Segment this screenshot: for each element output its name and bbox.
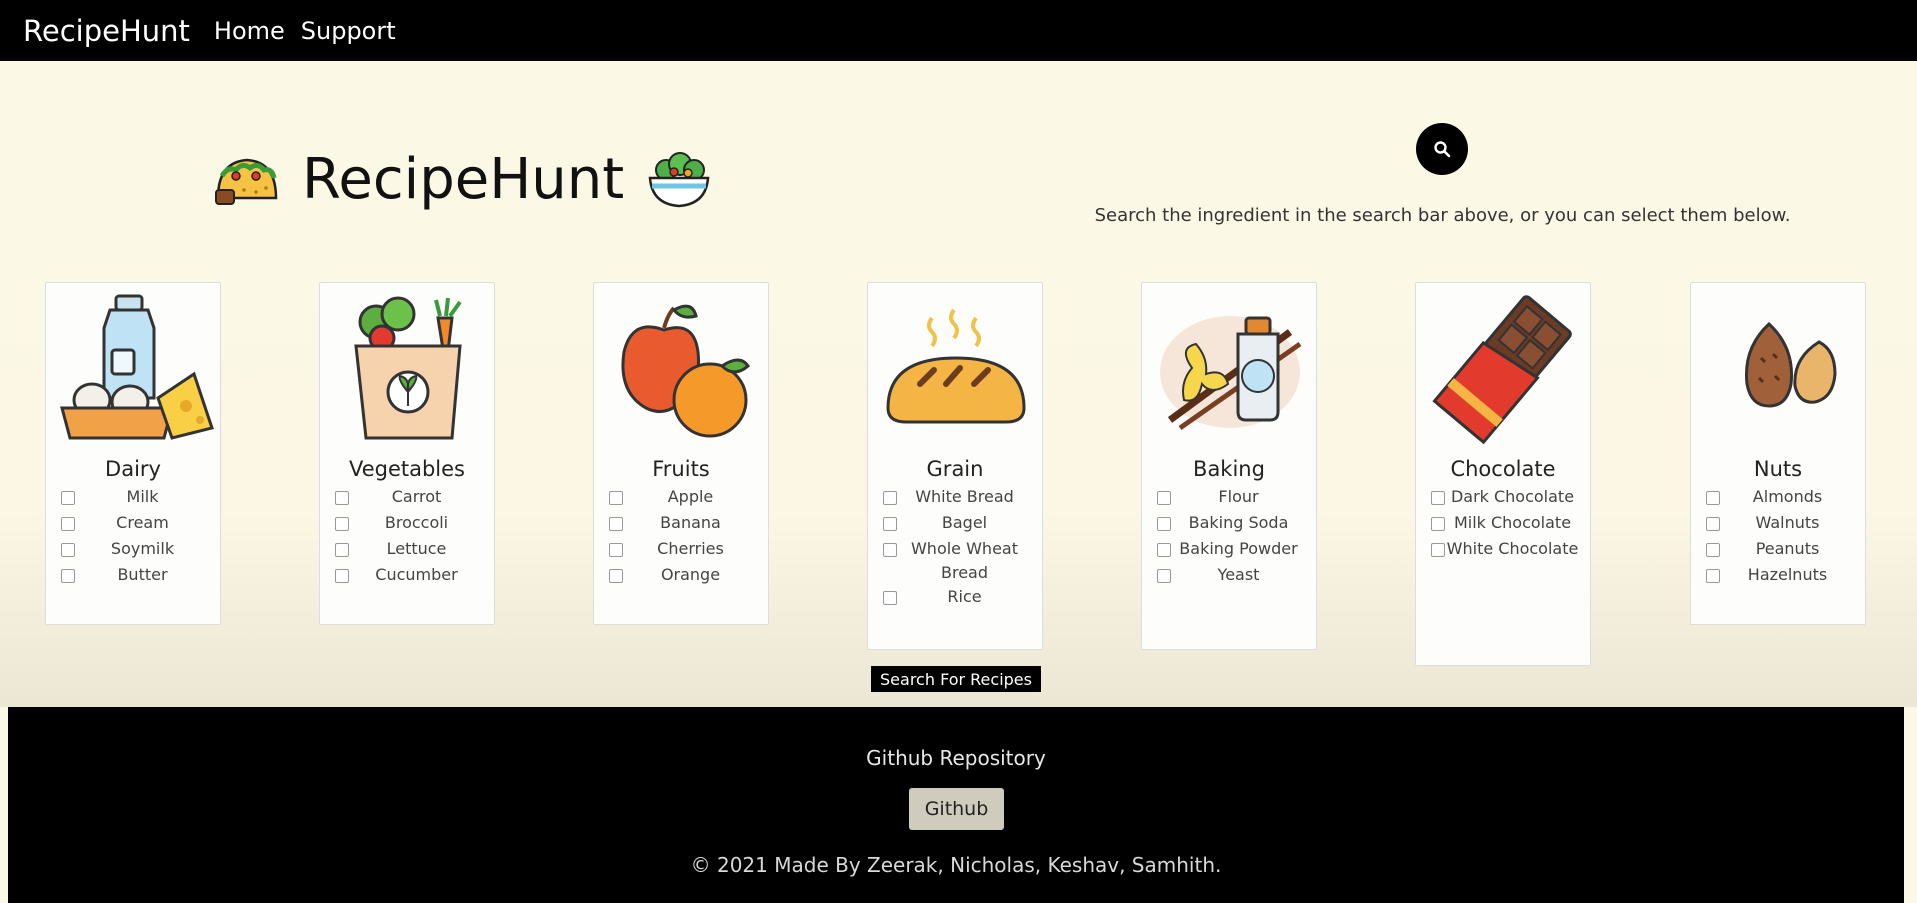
search-for-recipes-button[interactable]: Search For Recipes (871, 666, 1041, 692)
category-card-grain: Grain White Bread Bagel Whole Wheat Brea… (867, 282, 1043, 650)
navbar-brand[interactable]: RecipeHunt (23, 14, 190, 48)
checkbox[interactable] (1431, 543, 1445, 557)
copyright-text: © 2021 Made By Zeerak, Nicholas, Keshav,… (690, 853, 1222, 877)
search-icon (1434, 141, 1451, 158)
ingredient-item[interactable]: Broccoli (320, 511, 494, 537)
footer: Github Repository Github © 2021 Made By … (8, 707, 1904, 903)
category-card-fruits: Fruits Apple Banana Cherries Orange (593, 282, 769, 625)
vanilla-extract-icon (1160, 316, 1302, 431)
search-button[interactable] (1416, 123, 1468, 175)
ingredient-item[interactable]: Carrot (320, 485, 494, 511)
checkbox[interactable] (609, 543, 623, 557)
ingredient-item[interactable]: Baking Soda (1142, 511, 1316, 537)
ingredient-item[interactable]: Baking Powder (1142, 537, 1316, 563)
ingredient-item[interactable]: Yeast (1142, 563, 1316, 589)
footer-title: Github Repository (866, 746, 1046, 770)
ingredient-item[interactable]: Apple (594, 485, 768, 511)
checkbox[interactable] (1706, 543, 1720, 557)
nav-link-home[interactable]: Home (214, 17, 285, 45)
fruits-icon (621, 304, 750, 438)
taco-icon (215, 158, 278, 205)
ingredient-item[interactable]: Lettuce (320, 537, 494, 563)
checkbox[interactable] (609, 569, 623, 583)
dairy-icon (60, 294, 214, 440)
ingredient-item[interactable]: Rice (868, 585, 1042, 611)
category-card-nuts: Nuts Almonds Walnuts Peanuts Hazelnuts (1690, 282, 1866, 625)
category-title-chocolate: Chocolate (1450, 457, 1556, 481)
checkbox[interactable] (335, 517, 349, 531)
ingredient-item[interactable]: Whole Wheat Bread (868, 537, 1042, 585)
checkbox[interactable] (1431, 491, 1445, 505)
category-card-vegetables: Vegetables Carrot Broccoli Lettuce Cucum… (319, 282, 495, 625)
checkbox[interactable] (1431, 517, 1445, 531)
search-hint: Search the ingredient in the search bar … (1094, 205, 1791, 226)
checkbox[interactable] (1157, 491, 1171, 505)
category-title-fruits: Fruits (652, 457, 710, 481)
checkbox[interactable] (335, 569, 349, 583)
ingredient-item[interactable]: Orange (594, 563, 768, 589)
ingredient-item[interactable]: Soymilk (46, 537, 220, 563)
ingredient-item[interactable]: Milk (46, 485, 220, 511)
ingredient-item[interactable]: Cucumber (320, 563, 494, 589)
ingredient-item[interactable]: Dark Chocolate (1416, 485, 1590, 511)
checkbox[interactable] (883, 491, 897, 505)
checkbox[interactable] (1157, 517, 1171, 531)
main-section: RecipeHunt Search the ingredient in the … (0, 61, 1917, 707)
checkbox[interactable] (61, 543, 75, 557)
category-card-chocolate: Chocolate Dark Chocolate Milk Chocolate … (1415, 282, 1591, 666)
ingredient-item[interactable]: Cream (46, 511, 220, 537)
ingredient-item[interactable]: Peanuts (1691, 537, 1865, 563)
ingredient-item[interactable]: Banana (594, 511, 768, 537)
category-title-vegetables: Vegetables (348, 457, 466, 481)
category-title-nuts: Nuts (1753, 457, 1803, 481)
checkbox[interactable] (335, 491, 349, 505)
category-card-baking: Baking Flour Baking Soda Baking Powder Y… (1141, 282, 1317, 650)
checkbox[interactable] (1157, 543, 1171, 557)
checkbox[interactable] (1706, 491, 1720, 505)
chocolate-bar-icon (1432, 295, 1572, 445)
almonds-icon (1744, 321, 1837, 408)
category-title-baking: Baking (1193, 457, 1265, 481)
checkbox[interactable] (61, 491, 75, 505)
ingredient-item[interactable]: Butter (46, 563, 220, 589)
checkbox[interactable] (1706, 569, 1720, 583)
checkbox[interactable] (609, 491, 623, 505)
nav-link-support[interactable]: Support (301, 17, 396, 45)
hero-title: RecipeHunt (214, 131, 712, 227)
github-button[interactable]: Github (909, 788, 1004, 830)
checkbox[interactable] (883, 517, 897, 531)
checkbox[interactable] (609, 517, 623, 531)
hero-title-text: RecipeHunt (302, 146, 625, 212)
vegetables-bag-icon (354, 296, 462, 440)
ingredient-item[interactable]: White Chocolate (1416, 537, 1590, 563)
navbar: RecipeHunt Home Support (0, 0, 1917, 61)
checkbox[interactable] (61, 569, 75, 583)
ingredient-item[interactable]: Bagel (868, 511, 1042, 537)
ingredient-item[interactable]: White Bread (868, 485, 1042, 511)
checkbox[interactable] (883, 591, 897, 605)
bread-icon (886, 308, 1026, 424)
ingredient-item[interactable]: Hazelnuts (1691, 563, 1865, 589)
category-title-grain: Grain (926, 457, 984, 481)
ingredient-item[interactable]: Milk Chocolate (1416, 511, 1590, 537)
ingredient-item[interactable]: Cherries (594, 537, 768, 563)
checkbox[interactable] (1157, 569, 1171, 583)
category-title-dairy: Dairy (105, 457, 161, 481)
ingredient-item[interactable]: Almonds (1691, 485, 1865, 511)
ingredient-item[interactable]: Walnuts (1691, 511, 1865, 537)
checkbox[interactable] (335, 543, 349, 557)
ingredient-item[interactable]: Flour (1142, 485, 1316, 511)
salad-bowl-icon (648, 152, 710, 208)
category-card-dairy: Dairy Milk Cream Soymilk Butter (45, 282, 221, 625)
checkbox[interactable] (1706, 517, 1720, 531)
checkbox[interactable] (883, 543, 897, 557)
checkbox[interactable] (61, 517, 75, 531)
